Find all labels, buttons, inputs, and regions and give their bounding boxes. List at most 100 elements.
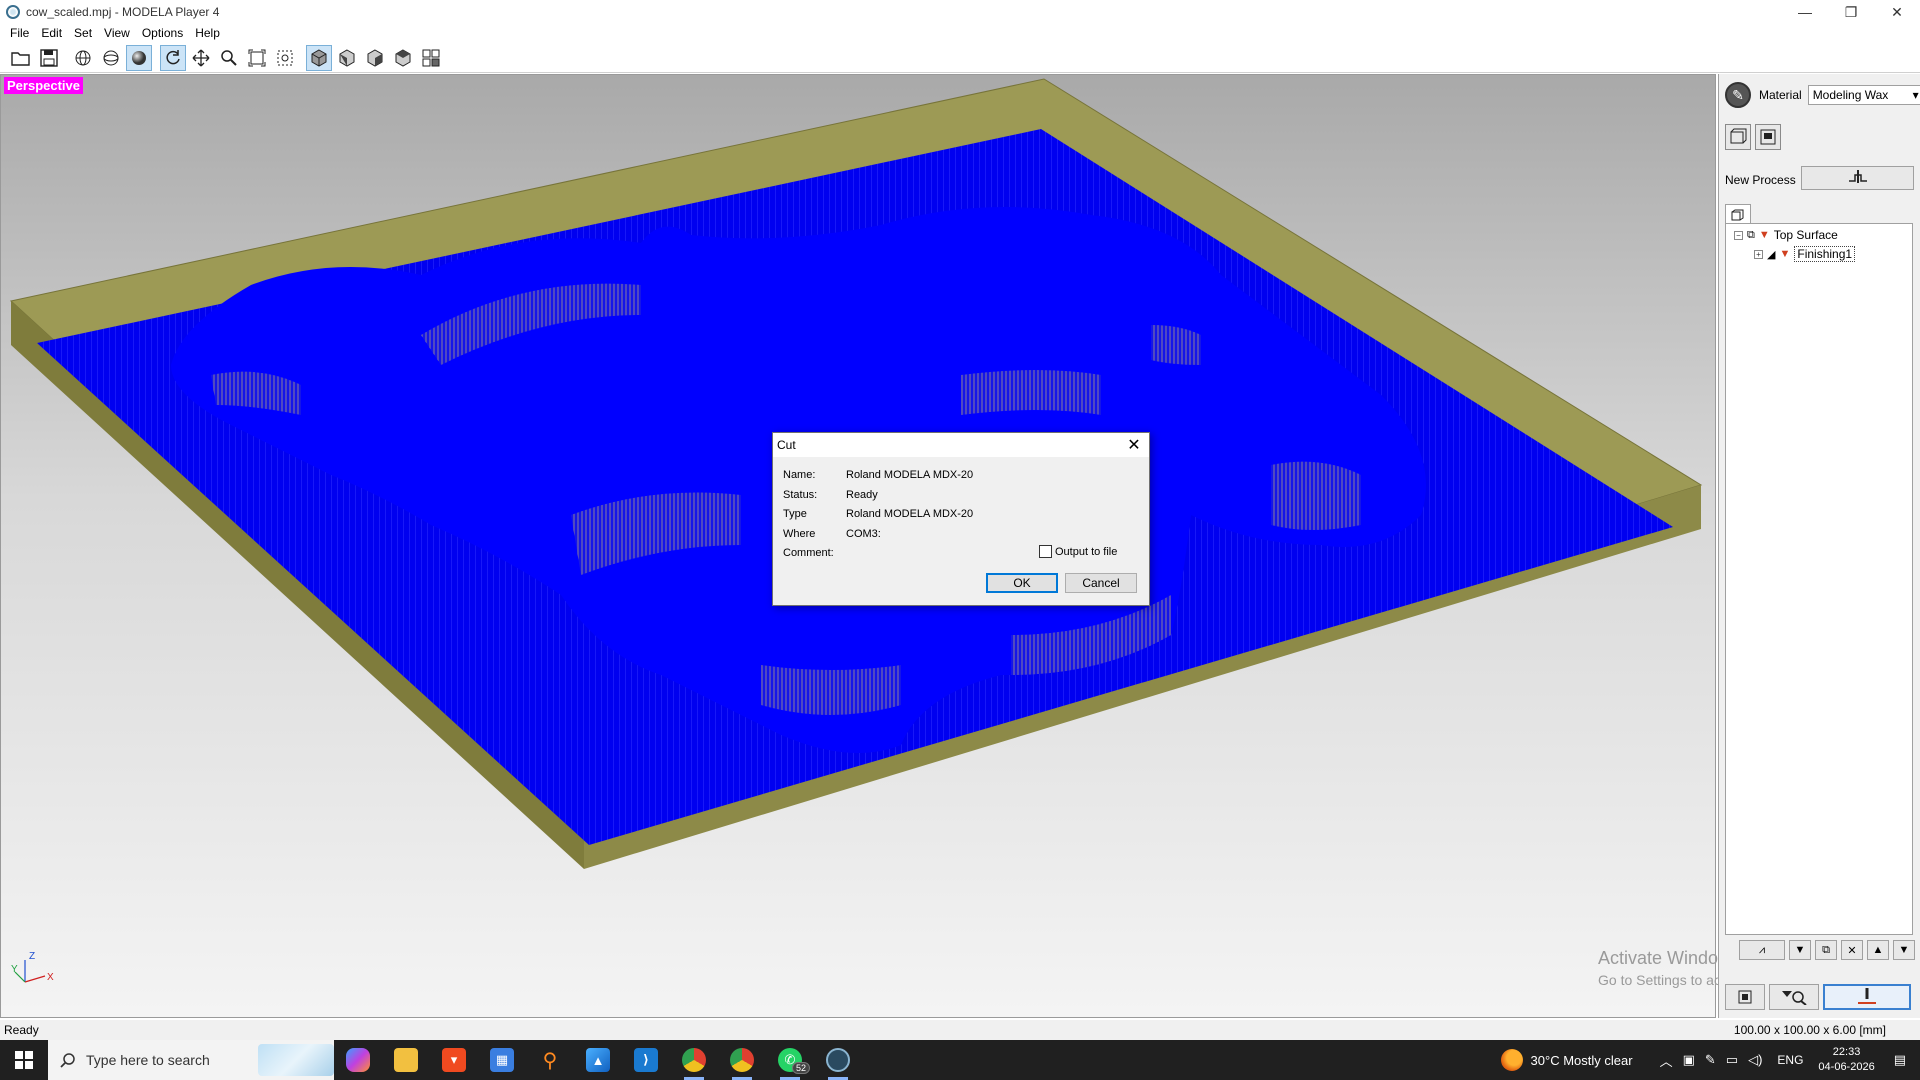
view-iso-icon[interactable] [306, 44, 332, 71]
dialog-field-type: Type Roland MODELA MDX-20 [783, 508, 974, 520]
sphere-outline-icon[interactable] [98, 45, 124, 71]
store-app[interactable]: ▦ [478, 1040, 526, 1080]
shaded-sphere-icon[interactable] [126, 44, 152, 71]
output-to-file-label: Output to file [1055, 545, 1118, 558]
view-top-icon[interactable] [390, 45, 416, 71]
modela-icon [826, 1048, 850, 1072]
work-origin-icon[interactable] [1755, 124, 1781, 150]
modela-player-app[interactable] [814, 1040, 862, 1080]
move-up-icon[interactable]: ▲ [1867, 940, 1889, 960]
tree-tab-icon[interactable] [1725, 204, 1751, 224]
material-icon[interactable]: ✎ [1725, 82, 1751, 108]
camera-icon[interactable]: ▣ [1683, 1052, 1695, 1068]
tree-node-finishing[interactable]: + ◢ ▼ Finishing1 [1754, 246, 1856, 262]
preview-cutting-icon[interactable] [1769, 984, 1819, 1010]
material-select[interactable]: Modeling Wax ▾ [1807, 85, 1920, 105]
copy-icon[interactable]: ⧉ [1815, 940, 1837, 960]
dialog-title-bar: Cut ✕ [773, 433, 1149, 457]
search-icon [60, 1053, 75, 1068]
start-button[interactable] [0, 1040, 48, 1080]
tree-toolbar: ⩘ ▼ ⧉ ✕ ▲ ▼ [1725, 940, 1915, 964]
main-toolbar [0, 43, 1920, 73]
wireframe-sphere-icon[interactable] [70, 45, 96, 71]
chrome-profile-app[interactable] [718, 1040, 766, 1080]
store-icon: ▦ [490, 1048, 514, 1072]
photos-app[interactable]: ▲ [574, 1040, 622, 1080]
window-controls: — ❐ ✕ [1782, 0, 1920, 24]
dialog-field-comment: Comment: [783, 547, 834, 559]
cut-dialog: Cut ✕ Name: Roland MODELA MDX-20 Status:… [772, 432, 1150, 606]
network-icon[interactable]: ▭ [1726, 1052, 1738, 1068]
maximize-button[interactable]: ❐ [1828, 0, 1874, 24]
tool-icon: ▼ [1779, 248, 1791, 260]
tool-icon: ▼ [1758, 229, 1770, 241]
dialog-field-where: Where COM3: [783, 528, 881, 540]
clock-date: 04-06-2026 [1818, 1061, 1875, 1073]
language-indicator[interactable]: ENG [1777, 1053, 1803, 1067]
rotate-icon[interactable] [160, 44, 186, 71]
menu-options[interactable]: Options [136, 26, 189, 40]
menu-bar: File Edit Set View Options Help [0, 24, 1920, 42]
process-panel: ✎ Material Modeling Wax ▾ New Process − … [1718, 74, 1920, 1018]
brave-app[interactable]: ▾ [430, 1040, 478, 1080]
move-down-icon[interactable]: ▼ [1893, 940, 1915, 960]
notifications-icon[interactable]: ▤ [1894, 1052, 1906, 1068]
view-mode-label: Perspective [4, 77, 83, 94]
weather-widget[interactable]: 30°C Mostly clear [1500, 1049, 1633, 1071]
tree-node-label: Top Surface [1773, 228, 1838, 242]
minimize-button[interactable]: — [1782, 0, 1828, 24]
output-to-file-checkbox[interactable]: Output to file [1039, 545, 1117, 558]
pen-icon[interactable]: ✎ [1705, 1052, 1716, 1068]
search-highlight-image [258, 1044, 334, 1076]
taskbar-search[interactable]: Type here to search [48, 1040, 334, 1080]
path-preview-icon[interactable]: ⩘ [1739, 940, 1785, 960]
search-app[interactable]: ⚲ [526, 1040, 574, 1080]
cut-icon[interactable] [1823, 984, 1911, 1010]
close-button[interactable]: ✕ [1874, 0, 1920, 24]
view-side-icon[interactable] [362, 45, 388, 71]
checkbox-box[interactable] [1039, 545, 1052, 558]
menu-file[interactable]: File [4, 26, 35, 40]
volume-icon[interactable]: ◁) [1748, 1052, 1762, 1068]
photos-icon: ▲ [586, 1048, 610, 1072]
clock[interactable]: 22:33 04-06-2026 [1818, 1045, 1874, 1075]
copilot-app[interactable] [334, 1040, 382, 1080]
stock-dimensions: 100.00 x 100.00 x 6.00 [mm] [1733, 1023, 1886, 1037]
ok-button[interactable]: OK [986, 573, 1058, 593]
zoom-box-icon[interactable] [272, 45, 298, 71]
file-explorer-app[interactable] [382, 1040, 430, 1080]
dialog-field-name: Name: Roland MODELA MDX-20 [783, 469, 974, 481]
new-process-button[interactable] [1801, 166, 1914, 190]
dialog-close-button[interactable]: ✕ [1119, 433, 1149, 457]
menu-edit[interactable]: Edit [35, 26, 68, 40]
model-settings-icon[interactable] [1725, 124, 1751, 150]
zoom-icon[interactable] [216, 45, 242, 71]
save-icon[interactable] [36, 45, 62, 71]
menu-set[interactable]: Set [68, 26, 98, 40]
tree-node-top-surface[interactable]: − ⧉ ▼ Top Surface [1734, 228, 1838, 242]
chevron-up-icon[interactable]: ︿ [1660, 1051, 1673, 1070]
menu-help[interactable]: Help [189, 26, 226, 40]
whatsapp-app[interactable]: ✆ 52 [766, 1040, 814, 1080]
status-bar: Ready 100.00 x 100.00 x 6.00 [mm] [0, 1020, 1920, 1040]
pan-icon[interactable] [188, 45, 214, 71]
expand-icon[interactable]: + [1754, 249, 1763, 259]
magnifier-icon: ⚲ [542, 1049, 558, 1072]
view-front-icon[interactable] [334, 45, 360, 71]
collapse-icon[interactable]: − [1734, 230, 1743, 240]
view-multi-icon[interactable] [418, 45, 444, 71]
stop-icon[interactable] [1725, 984, 1765, 1010]
fit-view-icon[interactable] [244, 45, 270, 71]
vscode-app[interactable]: ⟩ [622, 1040, 670, 1080]
cancel-button[interactable]: Cancel [1065, 573, 1137, 593]
axis-y-label: Y [11, 964, 18, 975]
chrome-app[interactable] [670, 1040, 718, 1080]
tool-select-icon[interactable]: ▼ [1789, 940, 1811, 960]
axis-x-label: X [47, 972, 54, 983]
axis-z-label: Z [29, 951, 36, 962]
menu-view[interactable]: View [98, 26, 136, 40]
delete-icon[interactable]: ✕ [1841, 940, 1863, 960]
dialog-title: Cut [777, 438, 796, 452]
open-folder-icon[interactable] [8, 45, 34, 71]
material-label: Material [1759, 88, 1802, 102]
